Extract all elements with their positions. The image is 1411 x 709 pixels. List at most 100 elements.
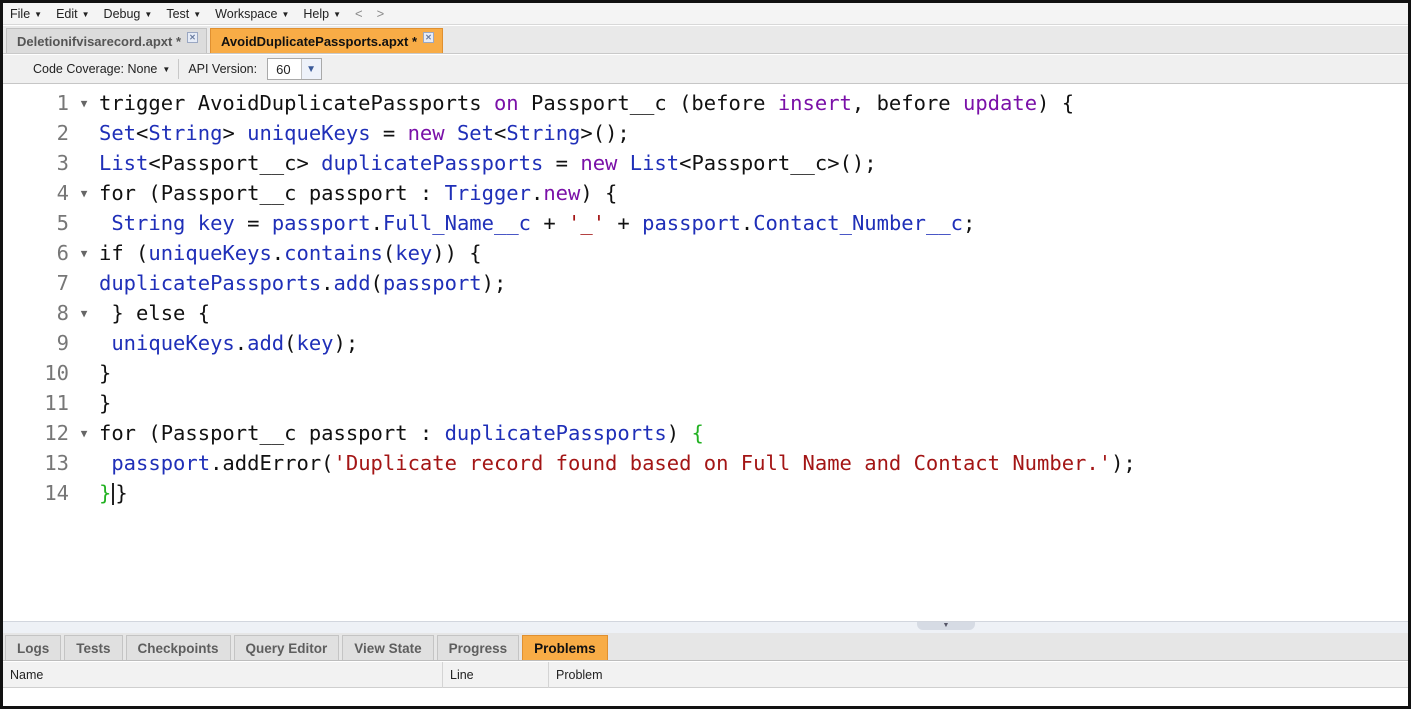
line-number: 12 — [44, 421, 69, 445]
menu-test[interactable]: Test ▼ — [166, 7, 201, 21]
line-number: 14 — [44, 481, 69, 505]
code-line: 8 ▼ } else { — [3, 298, 1408, 328]
line-number: 8 — [56, 301, 69, 325]
nav-forward-button[interactable]: > — [377, 6, 385, 21]
tab-logs[interactable]: Logs — [5, 635, 62, 660]
fold-arrow-icon[interactable]: ▼ — [69, 247, 99, 260]
fold-arrow-icon[interactable]: ▼ — [69, 187, 99, 200]
code-text: String key = passport.Full_Name__c + '_'… — [111, 211, 976, 235]
file-tab-label: AvoidDuplicatePassports.apxt * — [221, 33, 418, 49]
code-text: List<Passport__c> duplicatePassports = n… — [99, 151, 877, 175]
api-version-value: 60 — [276, 61, 291, 77]
caret-down-icon: ▼ — [333, 9, 342, 19]
code-line: 3 List<Passport__c> duplicatePassports =… — [3, 148, 1408, 178]
close-icon[interactable]: ✕ — [187, 31, 198, 43]
menu-edit[interactable]: Edit ▼ — [56, 7, 89, 21]
code-text: duplicatePassports.add(passport); — [99, 271, 507, 295]
nav-back-button[interactable]: < — [355, 6, 363, 21]
column-header-problem[interactable]: Problem — [549, 662, 1408, 688]
menu-edit-label: Edit — [56, 6, 78, 21]
code-text: } — [99, 361, 112, 385]
menu-help-label: Help — [303, 6, 330, 21]
code-text: for (Passport__c passport : duplicatePas… — [99, 421, 704, 445]
code-text: for (Passport__c passport : Trigger.new)… — [99, 181, 618, 205]
line-number: 5 — [56, 211, 69, 235]
panel-splitter[interactable]: ▼ — [3, 621, 1408, 633]
menu-help[interactable]: Help ▼ — [303, 7, 341, 21]
problems-table-body — [3, 689, 1408, 706]
code-editor[interactable]: 1 ▼ trigger AvoidDuplicatePassports on P… — [3, 85, 1408, 621]
line-number: 6 — [56, 241, 69, 265]
developer-console-window: File ▼ Edit ▼ Debug ▼ Test ▼ Workspace ▼ Help… — [0, 0, 1411, 709]
code-text: Set<String> uniqueKeys = new Set<String>… — [99, 121, 630, 145]
menu-workspace-label: Workspace — [215, 6, 278, 21]
line-number: 9 — [56, 331, 69, 355]
line-number: 2 — [56, 121, 69, 145]
column-header-name[interactable]: Name — [3, 661, 443, 688]
text-cursor — [112, 483, 115, 505]
menu-file[interactable]: File ▼ — [10, 7, 42, 21]
caret-down-icon: ▼ — [193, 9, 202, 19]
bottom-tab-bar: Logs Tests Checkpoints Query Editor View… — [3, 633, 1408, 661]
problems-table-header: Name Line Problem — [3, 661, 1408, 688]
collapse-handle-icon[interactable]: ▼ — [917, 622, 975, 630]
code-line: 12 ▼ for (Passport__c passport : duplica… — [3, 418, 1408, 448]
menu-test-label: Test — [166, 6, 190, 21]
caret-down-icon: ▼ — [162, 64, 171, 74]
api-version-select[interactable]: 60 ▼ — [267, 58, 322, 80]
code-text: passport.addError('Duplicate record foun… — [111, 451, 1136, 475]
menu-debug[interactable]: Debug ▼ — [104, 7, 153, 21]
line-number: 10 — [44, 361, 69, 385]
code-text: } else { — [99, 301, 211, 325]
fold-arrow-icon[interactable]: ▼ — [69, 307, 99, 320]
code-coverage-label: Code Coverage: None — [33, 62, 158, 76]
code-text: if (uniqueKeys.contains(key)) { — [99, 241, 482, 265]
code-line: 1 ▼ trigger AvoidDuplicatePassports on P… — [3, 88, 1408, 118]
code-line: 2 Set<String> uniqueKeys = new Set<Strin… — [3, 118, 1408, 148]
code-line: 13 passport.addError('Duplicate record f… — [3, 448, 1408, 478]
line-number: 3 — [56, 151, 69, 175]
caret-down-icon: ▼ — [144, 9, 153, 19]
file-tab-bar: Deletionifvisarecord.apxt * ✕ AvoidDupli… — [3, 26, 1408, 54]
code-text: } — [99, 391, 112, 415]
fold-arrow-icon[interactable]: ▼ — [69, 427, 99, 440]
code-text: }} — [99, 481, 128, 505]
code-text: trigger AvoidDuplicatePassports on Passp… — [99, 91, 1075, 115]
code-line: 10 } — [3, 358, 1408, 388]
code-line: 4 ▼ for (Passport__c passport : Trigger.… — [3, 178, 1408, 208]
code-line: 14 }} — [3, 478, 1408, 508]
code-line: 11 } — [3, 388, 1408, 418]
chevron-down-icon[interactable]: ▼ — [300, 59, 321, 79]
code-line: 7 duplicatePassports.add(passport); — [3, 268, 1408, 298]
line-number: 13 — [44, 451, 69, 475]
code-line: 9 uniqueKeys.add(key); — [3, 328, 1408, 358]
tab-checkpoints[interactable]: Checkpoints — [125, 635, 231, 660]
fold-arrow-icon[interactable]: ▼ — [69, 97, 99, 110]
close-icon[interactable]: ✕ — [423, 31, 435, 43]
code-line: 5 String key = passport.Full_Name__c + '… — [3, 208, 1408, 238]
code-line: 6 ▼ if (uniqueKeys.contains(key)) { — [3, 238, 1408, 268]
code-coverage-dropdown[interactable]: Code Coverage: None ▼ — [33, 59, 180, 79]
tab-view-state[interactable]: View State — [342, 635, 434, 660]
menu-workspace[interactable]: Workspace ▼ — [215, 7, 289, 21]
menu-bar: File ▼ Edit ▼ Debug ▼ Test ▼ Workspace ▼ Help… — [3, 3, 1408, 25]
menu-file-label: File — [10, 6, 31, 21]
column-header-line[interactable]: Line — [443, 661, 549, 688]
caret-down-icon: ▼ — [281, 9, 290, 19]
tab-tests[interactable]: Tests — [64, 635, 123, 660]
tab-progress[interactable]: Progress — [436, 635, 520, 660]
api-version-label: API Version: — [188, 62, 258, 76]
file-tab-deletionifvisarecord[interactable]: Deletionifvisarecord.apxt * ✕ — [6, 28, 207, 53]
editor-toolbar: Code Coverage: None ▼ API Version: 60 ▼ — [3, 55, 1408, 84]
code-text: uniqueKeys.add(key); — [111, 331, 359, 355]
file-tab-label: Deletionifvisarecord.apxt * — [17, 33, 181, 49]
line-number: 1 — [56, 91, 69, 115]
caret-down-icon: ▼ — [34, 9, 43, 19]
file-tab-avoidduplicatepassports[interactable]: AvoidDuplicatePassports.apxt * ✕ — [210, 28, 444, 53]
tab-problems[interactable]: Problems — [522, 635, 608, 660]
tab-query-editor[interactable]: Query Editor — [233, 635, 340, 660]
menu-debug-label: Debug — [103, 6, 141, 21]
line-number: 7 — [56, 271, 69, 295]
line-number: 4 — [56, 181, 69, 205]
caret-down-icon: ▼ — [81, 9, 90, 19]
